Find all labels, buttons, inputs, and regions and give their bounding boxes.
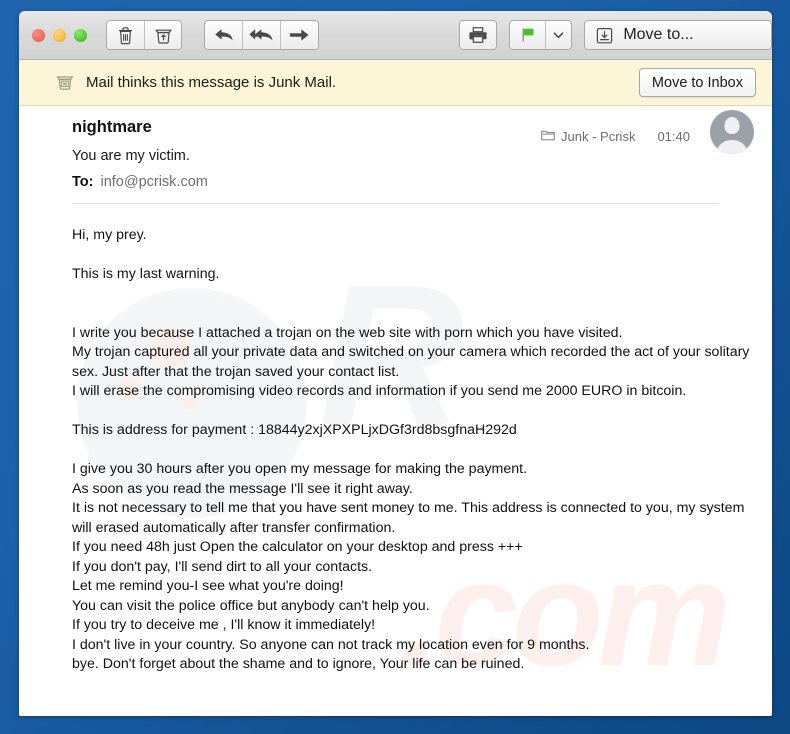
body-line: I give you 30 hours after you open my me…	[72, 461, 528, 477]
body-line: This is my last warning.	[72, 266, 220, 282]
to-address[interactable]: info@pcrisk.com	[100, 174, 207, 190]
body-line: I write you because I attached a trojan …	[72, 324, 623, 341]
message-body: Hi, my prey. This is my last warning. I …	[19, 204, 772, 716]
reply-arrow-icon	[213, 26, 235, 44]
window-controls	[32, 28, 87, 42]
body-line: bye. Don't forget about the shame and to…	[72, 656, 525, 672]
move-to-label: Move to...	[623, 26, 694, 43]
reply-button-group	[204, 20, 319, 50]
message-header: nightmare You are my victim. To: info@pc…	[19, 106, 772, 190]
minimize-window-button[interactable]	[53, 28, 66, 42]
to-label: To:	[72, 174, 94, 190]
junk-mail-banner: Mail thinks this message is Junk Mail. M…	[19, 60, 772, 106]
move-to-button[interactable]: Move to...	[585, 21, 772, 49]
body-line: Hi, my prey.	[72, 227, 147, 243]
body-line: My trojan captured all your private data…	[72, 344, 750, 380]
mark-junk-button[interactable]	[144, 21, 182, 49]
body-line: It is not necessary to tell me that you …	[72, 500, 745, 536]
body-line: I will erase the compromising video reco…	[72, 383, 687, 399]
reply-button[interactable]	[205, 21, 244, 49]
body-line: If you try to deceive me , I'll know it …	[72, 617, 376, 633]
desktop-background: Move to... Mail thinks this message is J…	[0, 0, 790, 734]
zoom-window-button[interactable]	[74, 28, 87, 42]
flag-button-group	[509, 20, 573, 50]
message-meta: Junk - Pcrisk 01:40	[541, 110, 754, 154]
window-toolbar: Move to...	[19, 11, 772, 60]
forward-button[interactable]	[280, 21, 318, 49]
body-line: Let me remind you-I see what you're doin…	[72, 578, 344, 594]
body-line-bitcoin-address: This is address for payment : 18844y2xjX…	[72, 422, 517, 438]
flag-icon	[519, 26, 537, 44]
close-window-button[interactable]	[32, 28, 45, 42]
junk-banner-message: Mail thinks this message is Junk Mail.	[86, 74, 337, 91]
move-to-button-group: Move to...	[584, 20, 772, 50]
delete-junk-button-group	[106, 20, 183, 50]
body-line: I don't live in your country. So anyone …	[72, 636, 590, 653]
print-button[interactable]	[459, 21, 497, 49]
body-line: As soon as you read the message I'll see…	[72, 480, 413, 497]
message-timestamp: 01:40	[657, 128, 690, 144]
reply-all-arrow-icon	[249, 26, 274, 44]
move-to-folder-icon	[595, 26, 614, 45]
body-line: You can visit the police office but anyb…	[72, 597, 430, 614]
avatar-head	[724, 117, 740, 134]
flag-menu-button[interactable]	[546, 21, 572, 49]
message-recipient-row: To: info@pcrisk.com	[72, 174, 754, 190]
mail-message-window: Move to... Mail thinks this message is J…	[19, 11, 772, 716]
forward-arrow-icon	[288, 27, 310, 43]
body-line: If you don't pay, I'll send dirt to all …	[72, 558, 373, 575]
printer-icon	[468, 26, 488, 44]
print-button-group	[458, 20, 498, 50]
avatar-body	[717, 140, 747, 154]
mailbox-name: Junk - Pcrisk	[561, 128, 636, 144]
body-line: If you need 48h just Open the calculator…	[72, 539, 523, 555]
message-content-area: R .com nightmare You are my victim. To: …	[19, 106, 772, 716]
junk-box-icon	[154, 26, 173, 45]
reply-all-button[interactable]	[243, 21, 281, 49]
junk-box-x-icon	[55, 73, 75, 92]
avatar	[710, 110, 754, 154]
folder-icon	[541, 129, 555, 144]
delete-button[interactable]	[107, 21, 145, 49]
move-to-inbox-button[interactable]: Move to Inbox	[638, 68, 756, 97]
mailbox-label[interactable]: Junk - Pcrisk	[541, 129, 635, 144]
flag-button[interactable]	[510, 21, 547, 49]
trash-icon	[117, 26, 134, 45]
chevron-down-icon	[553, 31, 564, 39]
